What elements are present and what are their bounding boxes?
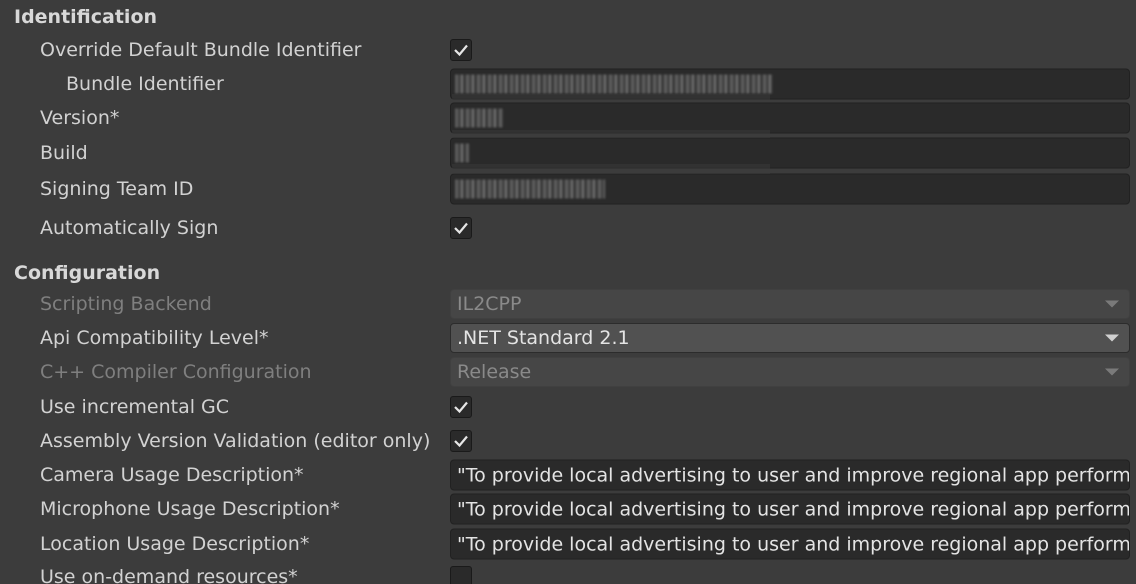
override-bundle-label: Override Default Bundle Identifier xyxy=(40,39,362,61)
auto-sign-checkbox[interactable] xyxy=(450,217,472,239)
cpp-config-value: Release xyxy=(457,361,532,383)
on-demand-label: Use on-demand resources* xyxy=(40,566,298,584)
api-level-dropdown[interactable]: .NET Standard 2.1 xyxy=(450,323,1130,353)
blur-overlay xyxy=(452,130,770,138)
scripting-backend-dropdown: IL2CPP xyxy=(450,289,1130,319)
assembly-validation-checkbox[interactable] xyxy=(450,430,472,452)
microphone-usage-row: Microphone Usage Description* "To provid… xyxy=(0,492,1136,526)
incremental-gc-label: Use incremental GC xyxy=(40,396,230,418)
override-bundle-checkbox[interactable] xyxy=(450,39,472,61)
incremental-gc-checkbox[interactable] xyxy=(450,396,472,418)
player-settings-panel: Identification Override Default Bundle I… xyxy=(0,0,1136,584)
blur-overlay xyxy=(452,164,770,174)
section-header-identification: Identification xyxy=(14,6,158,28)
on-demand-checkbox[interactable] xyxy=(450,566,472,584)
camera-usage-row: Camera Usage Description* "To provide lo… xyxy=(0,458,1136,492)
signing-team-label: Signing Team ID xyxy=(40,178,194,200)
redacted-value xyxy=(455,108,503,128)
microphone-usage-label: Microphone Usage Description* xyxy=(40,498,340,520)
scripting-backend-row: Scripting Backend IL2CPP xyxy=(0,287,1136,321)
api-level-value: .NET Standard 2.1 xyxy=(457,327,630,349)
microphone-usage-field[interactable]: "To provide local advertising to user an… xyxy=(450,493,1130,525)
triangle-down-icon xyxy=(1105,334,1119,342)
signing-team-row: Signing Team ID xyxy=(0,172,1136,206)
bundle-identifier-label: Bundle Identifier xyxy=(66,73,224,95)
cpp-config-dropdown: Release xyxy=(450,357,1130,387)
api-level-row: Api Compatibility Level* .NET Standard 2… xyxy=(0,321,1136,355)
checkmark-icon xyxy=(454,222,468,235)
triangle-down-icon xyxy=(1105,368,1119,376)
assembly-validation-label: Assembly Version Validation (editor only… xyxy=(40,430,431,452)
section-header-configuration: Configuration xyxy=(14,262,161,284)
location-usage-row: Location Usage Description* "To provide … xyxy=(0,527,1136,561)
cpp-config-row: C++ Compiler Configuration Release xyxy=(0,355,1136,389)
on-demand-row: Use on-demand resources* xyxy=(0,560,1136,584)
auto-sign-label: Automatically Sign xyxy=(40,217,219,239)
scripting-backend-value: IL2CPP xyxy=(457,293,522,315)
api-level-label: Api Compatibility Level* xyxy=(40,327,269,349)
checkmark-icon xyxy=(454,401,468,414)
version-field[interactable] xyxy=(450,102,1130,134)
cpp-config-label: C++ Compiler Configuration xyxy=(40,361,312,383)
camera-usage-field[interactable]: "To provide local advertising to user an… xyxy=(450,459,1130,491)
signing-team-field[interactable] xyxy=(450,173,1130,205)
camera-usage-value: "To provide local advertising to user an… xyxy=(457,464,1130,486)
blur-overlay xyxy=(452,94,770,102)
auto-sign-row: Automatically Sign xyxy=(0,211,1136,245)
build-label: Build xyxy=(40,142,88,164)
checkmark-icon xyxy=(454,435,468,448)
incremental-gc-row: Use incremental GC xyxy=(0,390,1136,424)
location-usage-label: Location Usage Description* xyxy=(40,533,310,555)
redacted-value xyxy=(455,179,605,199)
location-usage-field[interactable]: "To provide local advertising to user an… xyxy=(450,528,1130,560)
camera-usage-label: Camera Usage Description* xyxy=(40,464,304,486)
version-label: Version* xyxy=(40,107,120,129)
checkmark-icon xyxy=(454,44,468,57)
assembly-validation-row: Assembly Version Validation (editor only… xyxy=(0,424,1136,458)
location-usage-value: "To provide local advertising to user an… xyxy=(457,533,1130,555)
microphone-usage-value: "To provide local advertising to user an… xyxy=(457,498,1130,520)
triangle-down-icon xyxy=(1105,300,1119,308)
override-bundle-row: Override Default Bundle Identifier xyxy=(0,33,1136,67)
redacted-value xyxy=(455,143,469,163)
redacted-value xyxy=(455,74,773,94)
scripting-backend-label: Scripting Backend xyxy=(40,293,212,315)
